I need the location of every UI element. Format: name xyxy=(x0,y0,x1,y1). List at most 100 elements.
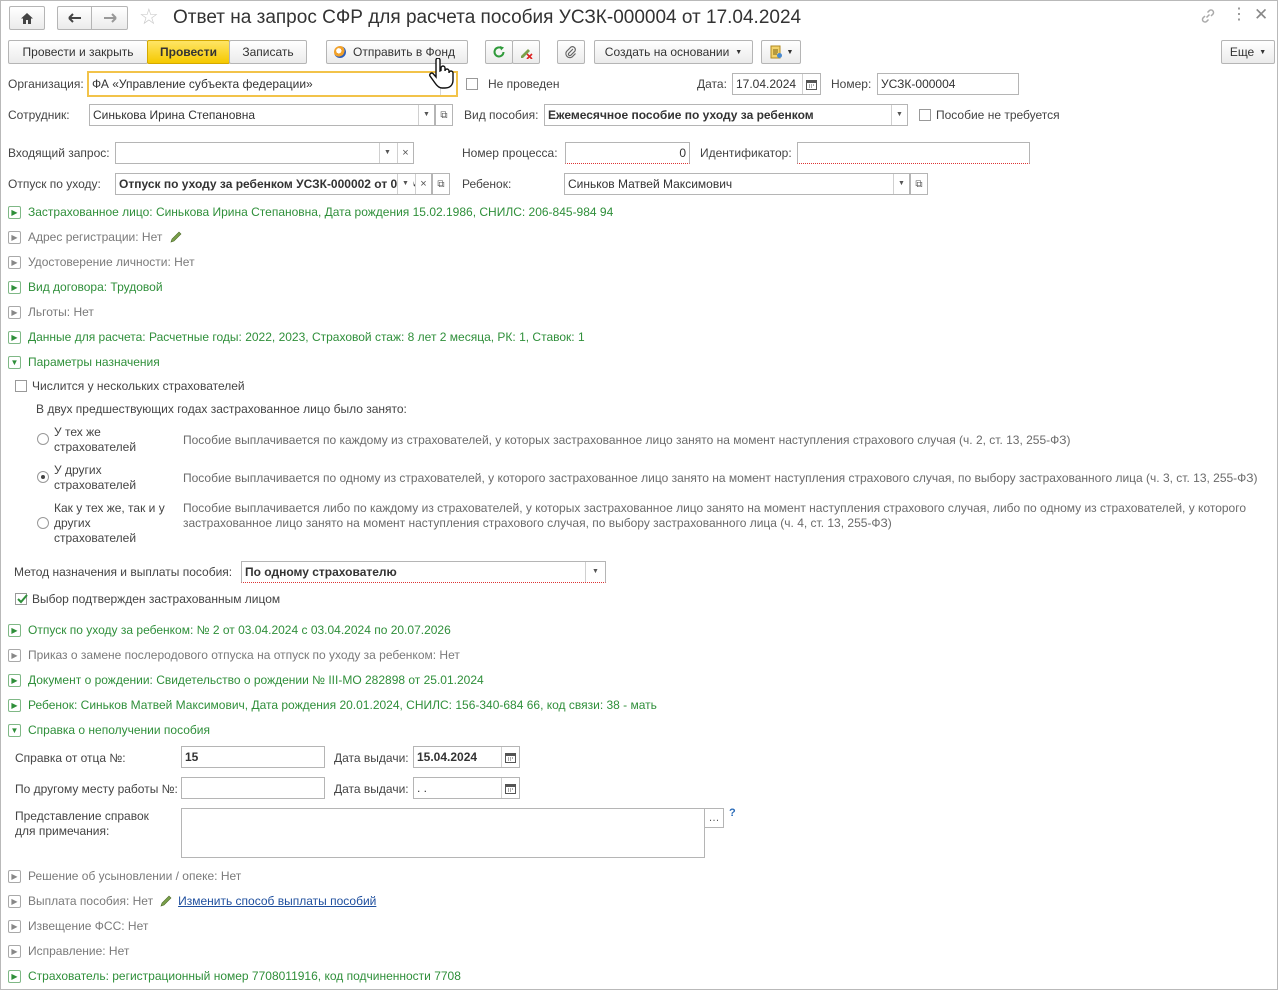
forward-button[interactable] xyxy=(91,6,128,30)
pencil-clear-icon xyxy=(521,49,533,59)
home-icon xyxy=(21,12,33,24)
group-address-label: Адрес регистрации: Нет xyxy=(28,230,163,244)
child-open-icon[interactable]: ⧉ xyxy=(910,173,928,195)
group-correction-label: Исправление: Нет xyxy=(28,944,130,958)
org-field[interactable]: ФА «Управление субъекта федерации» ▼ xyxy=(87,71,458,97)
option-both-radio[interactable] xyxy=(37,517,49,529)
pencil-icon[interactable] xyxy=(159,894,173,908)
benefit-kind-field[interactable]: Ежемесячное пособие по уходу за ребенком… xyxy=(544,104,908,126)
group-params-label: Параметры назначения xyxy=(28,355,160,369)
incoming-dropdown-icon[interactable]: ▼ xyxy=(379,143,395,163)
child-value: Синьков Матвей Максимович xyxy=(568,177,733,191)
incoming-field[interactable]: ▼ × xyxy=(115,142,414,164)
post-button[interactable]: Провести xyxy=(147,40,230,64)
back-button[interactable] xyxy=(57,6,91,30)
leave-open-icon[interactable]: ⧉ xyxy=(432,173,450,195)
process-number-field[interactable]: 0 xyxy=(565,142,690,164)
child-dropdown-icon[interactable]: ▼ xyxy=(893,174,909,194)
group-child[interactable]: ▶ Ребенок: Синьков Матвей Максимович, Дат… xyxy=(8,697,657,713)
save-button[interactable]: Записать xyxy=(229,40,307,64)
date-label: Дата: xyxy=(697,77,727,91)
attach-button[interactable] xyxy=(557,40,585,64)
leave-dropdown-icon[interactable]: ▼ xyxy=(397,174,413,194)
expand-icon: ▶ xyxy=(8,673,21,687)
identifier-field[interactable] xyxy=(797,142,1030,164)
group-correction[interactable]: ▶ Исправление: Нет xyxy=(8,943,129,959)
post-and-close-button[interactable]: Провести и закрыть xyxy=(8,40,148,64)
incoming-clear-icon[interactable]: × xyxy=(397,143,413,163)
child-field[interactable]: Синьков Матвей Максимович ▼ xyxy=(564,173,910,195)
favorite-star-icon[interactable]: ☆ xyxy=(139,5,159,29)
group-fss-notice[interactable]: ▶ Извещение ФСС: Нет xyxy=(8,918,148,934)
help-icon[interactable]: ? xyxy=(729,807,736,819)
other-work-label: По другому месту работы №: xyxy=(15,782,178,796)
ellipsis-button[interactable]: … xyxy=(704,808,724,828)
employee-field[interactable]: Синькова Ирина Степановна ▼ xyxy=(89,104,435,126)
group-insured[interactable]: ▶ Застрахованное лицо: Синькова Ирина Сте… xyxy=(8,204,613,220)
several-insurers-checkbox[interactable] xyxy=(15,380,27,392)
calendar-icon[interactable] xyxy=(501,747,519,767)
group-benefits[interactable]: ▶ Льготы: Нет xyxy=(8,304,94,320)
group-adoption[interactable]: ▶ Решение об усыновлении / опеке: Нет xyxy=(8,868,241,884)
refresh-icon xyxy=(493,46,505,58)
refresh-button[interactable] xyxy=(485,40,513,64)
father-cert-field[interactable]: 15 xyxy=(181,746,325,768)
expand-icon: ▶ xyxy=(8,919,21,933)
change-payment-link[interactable]: Изменить способ выплаты пособий xyxy=(178,894,376,908)
method-dropdown-icon[interactable]: ▼ xyxy=(585,562,605,582)
group-fss-notice-label: Извещение ФСС: Нет xyxy=(28,919,149,933)
fund-icon xyxy=(334,46,346,58)
not-required-label: Пособие не требуется xyxy=(936,108,1060,122)
not-required-checkbox[interactable] xyxy=(919,109,931,121)
calendar-icon[interactable] xyxy=(802,74,820,94)
report-icon xyxy=(770,45,782,59)
identifier-label: Идентификатор: xyxy=(700,146,792,160)
option-other-radio[interactable] xyxy=(37,471,49,483)
benefit-kind-dropdown-icon[interactable]: ▼ xyxy=(891,105,907,125)
group-insurer[interactable]: ▶ Страхователь: регистрационный номер 770… xyxy=(8,968,461,984)
print-menu-button[interactable]: ▼ xyxy=(761,40,801,64)
group-order[interactable]: ▶ Приказ о замене послеродового отпуска н… xyxy=(8,647,460,663)
group-birth-doc[interactable]: ▶ Документ о рождении: Свидетельство о ро… xyxy=(8,672,484,688)
issue-date-field[interactable]: 15.04.2024 xyxy=(413,746,520,768)
clear-edit-button[interactable] xyxy=(512,40,540,64)
close-icon[interactable]: ✕ xyxy=(1254,5,1268,25)
method-value: По одному страхователю xyxy=(245,565,397,579)
group-insurer-label: Страхователь: регистрационный номер 7708… xyxy=(28,969,461,983)
group-leave[interactable]: ▶ Отпуск по уходу за ребенком: № 2 от 03.… xyxy=(8,622,451,638)
posted-checkbox[interactable] xyxy=(466,78,478,90)
number-field[interactable]: УСЗК-000004 xyxy=(877,73,1019,95)
pencil-icon[interactable] xyxy=(169,230,183,244)
group-certificate[interactable]: ▼ Справка о неполучении пособия xyxy=(8,722,210,738)
calendar-icon[interactable] xyxy=(501,778,519,798)
other-work-field[interactable] xyxy=(181,777,325,799)
repr-textarea[interactable] xyxy=(181,808,705,858)
group-certificate-label: Справка о неполучении пособия xyxy=(28,723,210,737)
more-button[interactable]: Еще ▼ xyxy=(1221,40,1275,64)
group-payment[interactable]: ▶ Выплата пособия: Нет Изменить способ вы… xyxy=(8,893,376,909)
employee-dropdown-icon[interactable]: ▼ xyxy=(418,105,434,125)
expand-icon: ▶ xyxy=(8,648,21,662)
employee-label: Сотрудник: xyxy=(8,108,70,122)
more-vertical-icon[interactable]: ⋮ xyxy=(1231,6,1247,24)
method-field[interactable]: По одному страхователю ▼ xyxy=(241,561,606,583)
employee-open-icon[interactable]: ⧉ xyxy=(435,104,453,126)
leave-label: Отпуск по уходу: xyxy=(8,177,101,191)
link-icon[interactable] xyxy=(1200,8,1216,27)
group-calc-label: Данные для расчета: Расчетные годы: 2022… xyxy=(28,330,585,344)
date-field[interactable]: 17.04.2024 xyxy=(732,73,821,95)
group-identity[interactable]: ▶ Удостоверение личности: Нет xyxy=(8,254,195,270)
collapse-icon: ▼ xyxy=(8,723,21,737)
confirmed-checkbox[interactable] xyxy=(15,593,28,605)
group-params[interactable]: ▼ Параметры назначения xyxy=(8,354,160,370)
home-button[interactable] xyxy=(9,6,45,30)
group-contract[interactable]: ▶ Вид договора: Трудовой xyxy=(8,279,163,295)
option-same-radio[interactable] xyxy=(37,433,49,445)
leave-field[interactable]: Отпуск по уходу за ребенком УСЗК-000002 … xyxy=(115,173,432,195)
question-label: В двух предшествующих годах застрахованн… xyxy=(36,402,407,416)
issue-date2-field[interactable]: . . xyxy=(413,777,520,799)
leave-clear-icon[interactable]: × xyxy=(415,174,431,194)
group-address[interactable]: ▶ Адрес регистрации: Нет xyxy=(8,229,183,245)
group-calc[interactable]: ▶ Данные для расчета: Расчетные годы: 202… xyxy=(8,329,585,345)
create-based-on-button[interactable]: Создать на основании ▼ xyxy=(594,40,753,64)
